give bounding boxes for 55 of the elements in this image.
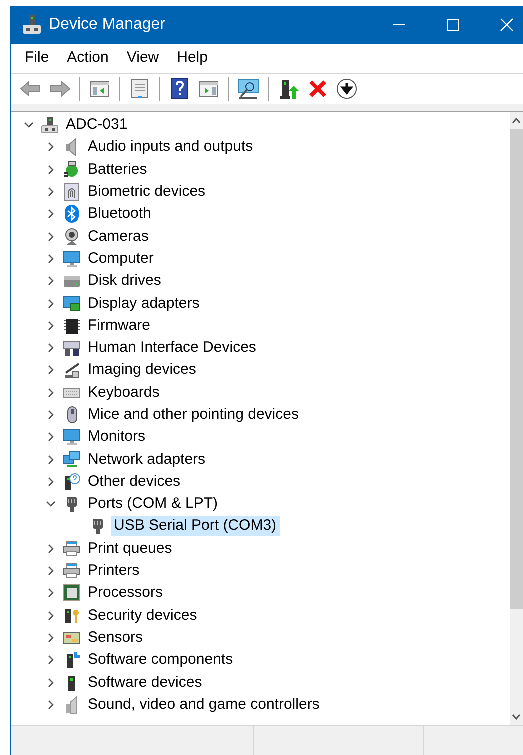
scroll-down-icon[interactable] <box>512 714 521 720</box>
unknown-device-icon <box>63 472 81 491</box>
monitor-icon <box>63 250 81 268</box>
bluetooth-icon <box>63 205 81 224</box>
chip-icon <box>63 316 81 335</box>
tree-item[interactable]: Mice and other pointing devices <box>85 405 302 425</box>
printer-icon <box>63 540 81 558</box>
tree-item[interactable]: Disk drives <box>85 271 164 292</box>
tree-item[interactable]: Firmware <box>85 316 154 336</box>
computer-icon <box>23 15 41 35</box>
key-icon <box>63 606 81 625</box>
tree-item[interactable]: Sound, video and game controllers <box>85 694 323 715</box>
tree-item[interactable]: Imaging devices <box>85 360 200 380</box>
battery-icon <box>63 160 81 179</box>
menu-item[interactable]: Help <box>169 45 216 72</box>
tree-item[interactable]: Sensors <box>85 628 146 648</box>
tree-item[interactable]: Other devices <box>85 472 184 492</box>
maximize-icon <box>446 18 460 32</box>
menu-item[interactable]: View <box>118 45 168 72</box>
tree-item[interactable]: Security devices <box>85 606 200 626</box>
tree-item[interactable]: USB Serial Port (COM3) <box>111 516 280 536</box>
tree-item[interactable]: Human Interface Devices <box>85 338 260 358</box>
tree-item[interactable]: Cameras <box>85 226 152 247</box>
tree-item[interactable]: Printers <box>85 561 143 582</box>
close-icon <box>500 18 514 32</box>
display-adapter-icon <box>63 294 81 313</box>
printer-icon <box>63 562 81 580</box>
scanner-icon <box>63 361 81 380</box>
tree-item[interactable]: Print queues <box>85 538 176 559</box>
tree-item[interactable]: Ports (COM & LPT) <box>85 494 222 514</box>
tree-item[interactable]: Monitors <box>85 427 149 448</box>
tree-item[interactable]: Network adapters <box>85 450 209 470</box>
menu-item[interactable]: File <box>17 45 58 72</box>
tree-item[interactable]: ADC-031 <box>63 115 131 136</box>
scroll-up-icon[interactable] <box>512 118 521 124</box>
tree-item[interactable]: Computer <box>85 248 157 269</box>
tree-item[interactable]: Display adapters <box>85 294 203 314</box>
tree-item[interactable]: Biometric devices <box>85 182 209 202</box>
tree-item[interactable]: Batteries <box>85 160 150 180</box>
fingerprint-icon <box>63 183 81 202</box>
tree-item[interactable]: Software components <box>85 650 236 670</box>
tree-item[interactable]: Processors <box>85 583 166 604</box>
network-icon <box>63 450 81 469</box>
computer-icon <box>41 116 59 134</box>
tree-item[interactable]: Audio inputs and outputs <box>85 137 256 158</box>
webcam-icon <box>63 228 81 246</box>
menu-item[interactable]: Action <box>59 45 117 72</box>
scrollbar[interactable] <box>510 112 523 725</box>
monitor-icon <box>63 428 81 446</box>
processor-icon <box>63 584 81 602</box>
minimize-icon <box>393 24 405 26</box>
tree-item[interactable]: Bluetooth <box>85 204 154 224</box>
tree-item[interactable]: Software devices <box>85 672 206 693</box>
window-title: Device Manager <box>49 15 166 35</box>
tree-item[interactable]: Keyboards <box>85 382 163 403</box>
